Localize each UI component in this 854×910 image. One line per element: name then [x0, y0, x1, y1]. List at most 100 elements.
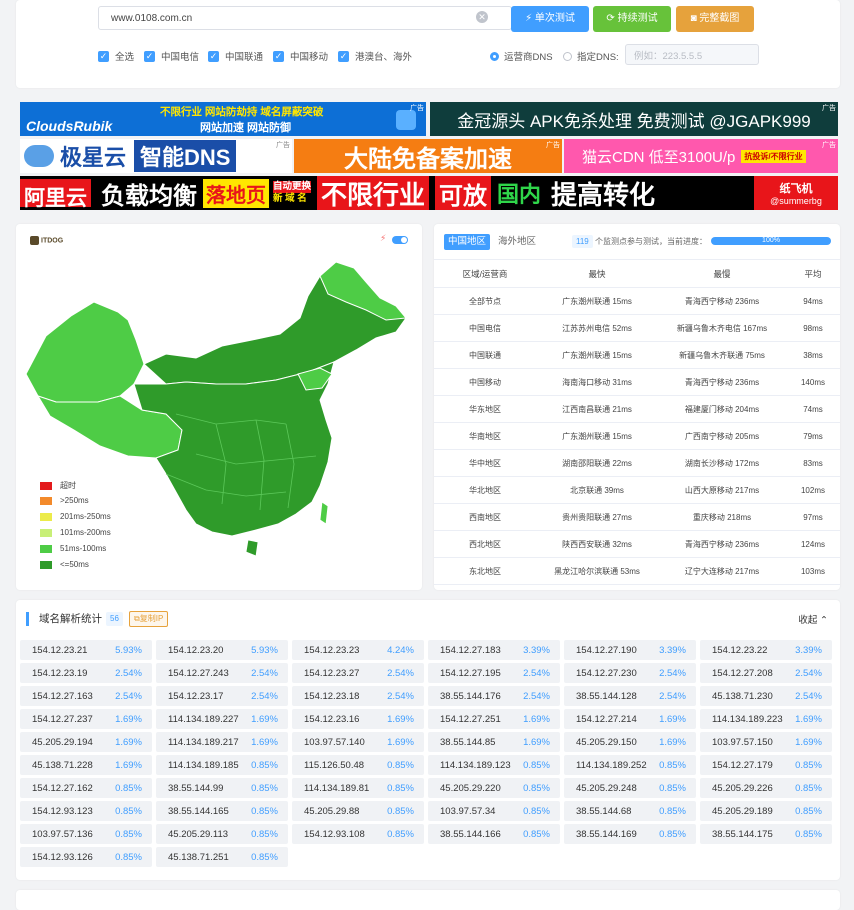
ip-percentage: 1.69% — [659, 713, 686, 725]
filter-unicom-checkbox[interactable]: ✓ 中国联通 — [208, 49, 263, 63]
ad-banner-maoyun[interactable]: 猫云CDN 低至3100U/p 抗投诉/不限行业 广告 — [564, 139, 838, 173]
legend-label: 101ms-200ms — [60, 528, 111, 537]
ad-brand: 纸飞机 — [779, 183, 813, 195]
ip-percentage: 1.69% — [795, 736, 822, 748]
table-row: 华南地区 广东潮州联通 15ms 广西南宁移动 205ms 79ms — [434, 422, 840, 450]
slowest-cell: 湖南长沙移动 172ms — [658, 449, 786, 477]
fastest-cell: 广东潮州联通 15ms — [536, 422, 658, 450]
ip-address: 45.205.29.248 — [576, 782, 637, 794]
region-hainan[interactable] — [245, 539, 259, 557]
table-row: 港澳台中国香港 137ms中国台湾 142ms139ms — [434, 584, 840, 590]
ad-banner-aliyun[interactable]: 阿里云 负载均衡 落地页 自动更换 新 域 名 不限行业 可放 国内 提高转化 … — [20, 176, 838, 210]
ad-banner-cdn[interactable]: 大陆免备案加速 广告 — [294, 139, 562, 173]
slowest-cell: 山西大原移动 217ms — [658, 476, 786, 504]
ip-address: 154.12.23.16 — [304, 713, 360, 725]
ip-item: 154.12.27.251 1.69% — [428, 709, 560, 729]
ip-percentage: 0.85% — [251, 828, 278, 840]
ip-percentage: 0.85% — [387, 782, 414, 794]
ip-percentage: 2.54% — [251, 667, 278, 679]
ip-percentage: 2.54% — [387, 690, 414, 702]
tab-overseas[interactable]: 海外地区 — [494, 234, 540, 250]
ip-item: 114.134.189.227 1.69% — [156, 709, 288, 729]
collapse-button[interactable]: 收起 ⌃ — [798, 612, 828, 626]
clear-icon[interactable]: ✕ — [476, 11, 488, 23]
ip-address: 38.55.144.166 — [440, 828, 501, 840]
latency-map-card: ITDOG ⚡ 超时 >250ms 201ms-250ms 101ms-200m… — [16, 224, 422, 590]
ip-percentage: 0.85% — [659, 759, 686, 771]
ad-banner-cloudsrubik[interactable]: CloudsRubik 不限行业 网站防劫持 域名屏蔽突破 网站加速 网站防御 … — [20, 102, 426, 136]
ip-percentage: 0.85% — [523, 828, 550, 840]
ip-item: 154.12.27.208 2.54% — [700, 663, 832, 683]
check-icon: ✓ — [144, 50, 155, 62]
ip-percentage: 0.85% — [659, 828, 686, 840]
ip-percentage: 1.69% — [523, 736, 550, 748]
average-cell: 79ms — [786, 422, 840, 450]
ip-percentage: 0.85% — [115, 782, 142, 794]
ad-text: 网站加速 网站防御 — [200, 122, 292, 134]
ip-count-badge: 56 — [106, 612, 123, 626]
ip-item: 45.138.71.230 2.54% — [700, 686, 832, 706]
dns-custom-radio[interactable]: 指定DNS: — [563, 49, 619, 63]
legend-label: 超时 — [60, 481, 76, 490]
custom-dns-input[interactable]: 例如：223.5.5.5 — [625, 44, 759, 65]
region-stats-card: 中国地区 海外地区 119 个监测点参与测试，当前进度： 100% 区域/运营商… — [434, 224, 840, 590]
region-cell: 华南地区 — [434, 422, 536, 450]
filter-all-checkbox[interactable]: ✓ 全选 — [98, 49, 134, 63]
ip-address: 154.12.93.108 — [304, 828, 365, 840]
radio-selected-icon — [490, 51, 499, 61]
ip-item: 115.126.50.48 0.85% — [292, 755, 424, 775]
radio-label: 指定DNS: — [577, 52, 619, 63]
ip-address: 154.12.27.183 — [440, 644, 501, 656]
filter-mobile-checkbox[interactable]: ✓ 中国移动 — [273, 49, 328, 63]
continuous-test-label: 持续测试 — [617, 13, 658, 24]
ip-address: 154.12.27.230 — [576, 667, 637, 679]
copy-ip-button[interactable]: ⧉复制IP — [129, 611, 169, 627]
region-cell: 港澳台 — [434, 584, 536, 590]
region-north[interactable] — [143, 261, 407, 385]
ad-tag-text: 抗投诉/不限行业 — [741, 149, 806, 163]
ip-address: 38.55.144.68 — [576, 805, 632, 817]
ip-address: 154.12.93.126 — [32, 851, 93, 863]
filter-overseas-checkbox[interactable]: ✓ 港澳台、海外 — [338, 49, 412, 63]
legend-item: >250ms — [40, 496, 89, 505]
ad-text: 不限行业 网站防劫持 域名屏蔽突破 — [160, 106, 324, 118]
ip-address: 114.134.189.217 — [168, 736, 239, 748]
ad-banner-jixingyun[interactable]: 极星云 智能DNS 广告 — [20, 139, 292, 173]
ip-percentage: 0.85% — [251, 805, 278, 817]
ip-address: 38.55.144.165 — [168, 805, 229, 817]
ad-brand: CloudsRubik — [26, 118, 113, 134]
average-cell: 94ms — [786, 287, 840, 315]
dns-isp-radio[interactable]: 运营商DNS — [490, 49, 553, 63]
ip-percentage: 1.69% — [115, 736, 142, 748]
ip-address: 45.205.29.113 — [168, 828, 229, 840]
ip-address: 154.12.27.163 — [32, 690, 93, 702]
single-test-button[interactable]: ⚡ 单次测试 — [511, 6, 589, 32]
ip-percentage: 1.69% — [659, 736, 686, 748]
region-cell: 华中地区 — [434, 449, 536, 477]
table-row: 全部节点 广东潮州联通 15ms 青海西宁移动 236ms 94ms — [434, 287, 840, 315]
ad-banner-apk[interactable]: 金冠源头 APK免杀处理 免费测试 @JGAPK999 广告 — [430, 102, 838, 136]
legend-swatch — [40, 481, 52, 490]
url-input[interactable] — [98, 6, 512, 30]
slowest-cell: 青海西宁移动 236ms — [658, 287, 786, 315]
tab-china[interactable]: 中国地区 — [444, 234, 491, 250]
region-xinjiang[interactable] — [25, 301, 145, 405]
ip-percentage: 1.69% — [115, 759, 142, 771]
ip-percentage: 2.54% — [115, 667, 142, 679]
ip-address: 38.55.144.99 — [168, 782, 224, 794]
continuous-test-button[interactable]: ⟳ 持续测试 — [593, 6, 671, 32]
filter-telecom-checkbox[interactable]: ✓ 中国电信 — [144, 49, 199, 63]
copy-label: 复制IP — [139, 614, 164, 623]
ip-address: 103.97.57.136 — [32, 828, 93, 840]
ip-address: 103.97.57.34 — [440, 805, 496, 817]
table-row: 东北地区 黑龙江哈尔滨联通 53ms 辽宁大连移动 217ms 103ms — [434, 557, 840, 585]
ip-item: 38.55.144.175 0.85% — [700, 824, 832, 844]
ip-percentage: 1.69% — [251, 713, 278, 725]
check-icon: ✓ — [273, 50, 284, 62]
ip-item: 45.138.71.251 0.85% — [156, 847, 288, 867]
screenshot-button[interactable]: ◙ 完整截图 — [676, 6, 754, 32]
ip-address: 38.55.144.85 — [440, 736, 496, 748]
region-taiwan[interactable] — [319, 501, 329, 525]
ip-address: 45.205.29.189 — [712, 805, 773, 817]
ip-address: 154.12.27.208 — [712, 667, 773, 679]
